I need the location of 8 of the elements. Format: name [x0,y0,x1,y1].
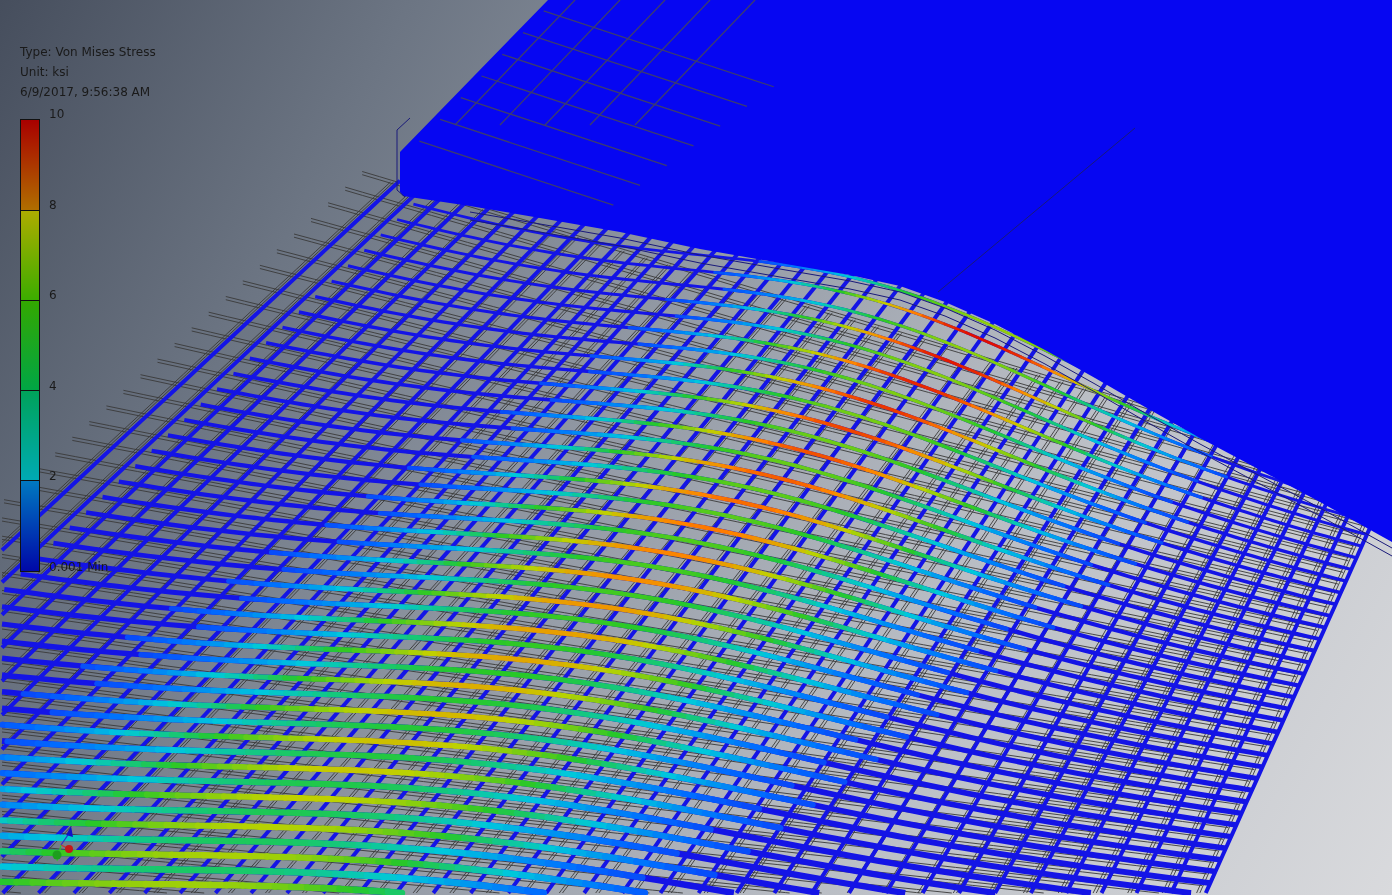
scale-value-label: 6 [49,288,57,303]
scale-value-label: 4 [49,378,57,393]
scale-value-label: 2 [49,469,57,484]
scale-value-label: 8 [49,197,57,212]
timestamp-label: 6/9/2017, 9:56:38 AM [20,84,151,101]
result-type-label: Type: Von Mises Stress [20,44,156,61]
scale-value-label: 10 [49,107,65,121]
unit-label: Unit: ksi [20,64,69,81]
